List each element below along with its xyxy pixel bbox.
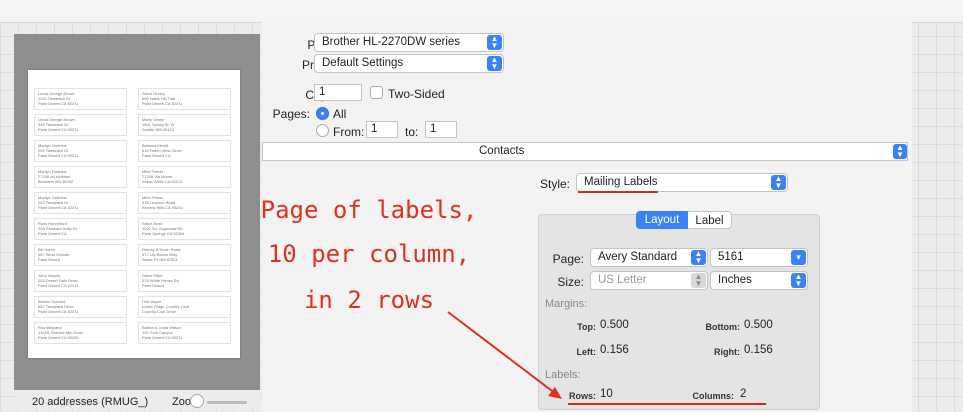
annotation-arrow bbox=[447, 311, 562, 399]
